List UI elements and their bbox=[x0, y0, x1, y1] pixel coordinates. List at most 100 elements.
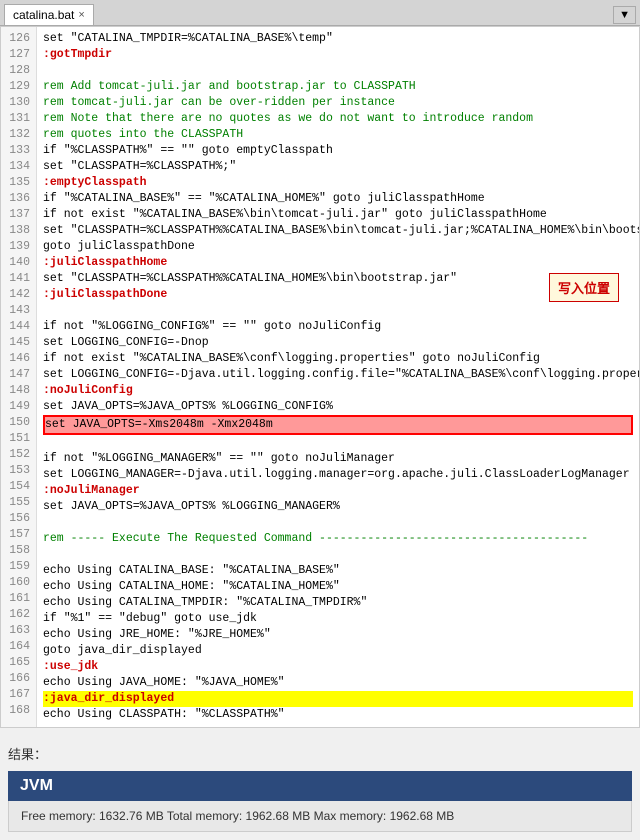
line-number: 138 bbox=[5, 223, 30, 239]
code-line: :noJuliManager bbox=[43, 483, 633, 499]
code-line: if not exist "%CATALINA_BASE%\conf\loggi… bbox=[43, 351, 633, 367]
line-number: 152 bbox=[5, 447, 30, 463]
code-line: echo Using CLASSPATH: "%CLASSPATH%" bbox=[43, 707, 633, 723]
code-line: if not "%LOGGING_MANAGER%" == "" goto no… bbox=[43, 451, 633, 467]
code-line: rem tomcat-juli.jar can be over-ridden p… bbox=[43, 95, 633, 111]
code-line: set LOGGING_CONFIG=-Dnop bbox=[43, 335, 633, 351]
jvm-title: JVM bbox=[8, 771, 632, 801]
line-number: 139 bbox=[5, 239, 30, 255]
code-line bbox=[43, 515, 633, 531]
line-number: 133 bbox=[5, 143, 30, 159]
line-number: 148 bbox=[5, 383, 30, 399]
code-line: goto java_dir_displayed bbox=[43, 643, 633, 659]
line-number: 142 bbox=[5, 287, 30, 303]
code-line: echo Using JAVA_HOME: "%JAVA_HOME%" bbox=[43, 675, 633, 691]
code-line: echo Using CATALINA_HOME: "%CATALINA_HOM… bbox=[43, 579, 633, 595]
code-line: echo Using JRE_HOME: "%JRE_HOME%" bbox=[43, 627, 633, 643]
line-number: 151 bbox=[5, 431, 30, 447]
line-number: 127 bbox=[5, 47, 30, 63]
line-number: 159 bbox=[5, 559, 30, 575]
line-number: 167 bbox=[5, 687, 30, 703]
line-number: 141 bbox=[5, 271, 30, 287]
line-number: 158 bbox=[5, 543, 30, 559]
line-number: 163 bbox=[5, 623, 30, 639]
line-number: 131 bbox=[5, 111, 30, 127]
code-line bbox=[43, 63, 633, 79]
line-number: 156 bbox=[5, 511, 30, 527]
line-number: 154 bbox=[5, 479, 30, 495]
code-line: :java_dir_displayed bbox=[43, 691, 633, 707]
line-number: 140 bbox=[5, 255, 30, 271]
line-number: 153 bbox=[5, 463, 30, 479]
code-line: :juliClasspathHome bbox=[43, 255, 633, 271]
line-number: 162 bbox=[5, 607, 30, 623]
line-number: 149 bbox=[5, 399, 30, 415]
line-number: 145 bbox=[5, 335, 30, 351]
code-line: set JAVA_OPTS=%JAVA_OPTS% %LOGGING_CONFI… bbox=[43, 399, 633, 415]
line-number: 157 bbox=[5, 527, 30, 543]
code-line: if "%1" == "debug" goto use_jdk bbox=[43, 611, 633, 627]
code-line: rem Add tomcat-juli.jar and bootstrap.ja… bbox=[43, 79, 633, 95]
line-number: 164 bbox=[5, 639, 30, 655]
line-number: 166 bbox=[5, 671, 30, 687]
line-number: 143 bbox=[5, 303, 30, 319]
code-line: set LOGGING_CONFIG=-Djava.util.logging.c… bbox=[43, 367, 633, 383]
line-number: 136 bbox=[5, 191, 30, 207]
line-number: 155 bbox=[5, 495, 30, 511]
line-number: 134 bbox=[5, 159, 30, 175]
code-line: if "%CLASSPATH%" == "" goto emptyClasspa… bbox=[43, 143, 633, 159]
tab-bar: catalina.bat × ▼ bbox=[0, 0, 640, 26]
code-line: :noJuliConfig bbox=[43, 383, 633, 399]
line-number: 130 bbox=[5, 95, 30, 111]
line-number: 144 bbox=[5, 319, 30, 335]
line-number: 132 bbox=[5, 127, 30, 143]
code-line: set "CLASSPATH=%CLASSPATH%;" bbox=[43, 159, 633, 175]
code-line: set LOGGING_MANAGER=-Djava.util.logging.… bbox=[43, 467, 633, 483]
catalina-tab[interactable]: catalina.bat × bbox=[4, 4, 94, 25]
tab-close-icon[interactable]: × bbox=[78, 9, 84, 21]
code-content[interactable]: set "CATALINA_TMPDIR=%CATALINA_BASE%\tem… bbox=[37, 27, 639, 727]
code-line bbox=[43, 435, 633, 451]
line-number: 147 bbox=[5, 367, 30, 383]
code-line: set JAVA_OPTS=%JAVA_OPTS% %LOGGING_MANAG… bbox=[43, 499, 633, 515]
line-number: 168 bbox=[5, 703, 30, 719]
annotation-box: 写入位置 bbox=[549, 273, 619, 302]
code-line: :juliClasspathDone bbox=[43, 287, 633, 303]
code-line: set JAVA_OPTS=-Xms2048m -Xmx2048m bbox=[43, 415, 633, 435]
code-line: if not "%LOGGING_CONFIG%" == "" goto noJ… bbox=[43, 319, 633, 335]
tab-dropdown-button[interactable]: ▼ bbox=[613, 6, 636, 24]
result-label: 结果： bbox=[8, 744, 632, 763]
line-number: 128 bbox=[5, 63, 30, 79]
code-line: set "CLASSPATH=%CLASSPATH%%CATALINA_BASE… bbox=[43, 223, 633, 239]
line-number: 161 bbox=[5, 591, 30, 607]
line-number: 165 bbox=[5, 655, 30, 671]
code-line bbox=[43, 303, 633, 319]
code-line: echo Using CATALINA_TMPDIR: "%CATALINA_T… bbox=[43, 595, 633, 611]
code-line: rem quotes into the CLASSPATH bbox=[43, 127, 633, 143]
tab-label: catalina.bat bbox=[13, 8, 74, 22]
line-number: 160 bbox=[5, 575, 30, 591]
code-line: :use_jdk bbox=[43, 659, 633, 675]
code-line: rem Note that there are no quotes as we … bbox=[43, 111, 633, 127]
code-line: if "%CATALINA_BASE%" == "%CATALINA_HOME%… bbox=[43, 191, 633, 207]
line-numbers: 1261271281291301311321331341351361371381… bbox=[1, 27, 37, 727]
code-editor: 写入位置 12612712812913013113213313413513613… bbox=[0, 26, 640, 728]
code-line: set "CLASSPATH=%CLASSPATH%%CATALINA_HOME… bbox=[43, 271, 633, 287]
line-number: 150 bbox=[5, 415, 30, 431]
code-line: echo Using CATALINA_BASE: "%CATALINA_BAS… bbox=[43, 563, 633, 579]
jvm-details: Free memory: 1632.76 MB Total memory: 19… bbox=[8, 801, 632, 832]
line-number: 146 bbox=[5, 351, 30, 367]
code-line: if not exist "%CATALINA_BASE%\bin\tomcat… bbox=[43, 207, 633, 223]
line-number: 126 bbox=[5, 31, 30, 47]
line-number: 135 bbox=[5, 175, 30, 191]
line-number: 129 bbox=[5, 79, 30, 95]
result-section: 结果： JVM Free memory: 1632.76 MB Total me… bbox=[8, 744, 632, 832]
code-line: goto juliClasspathDone bbox=[43, 239, 633, 255]
code-line: :gotTmpdir bbox=[43, 47, 633, 63]
code-line bbox=[43, 547, 633, 563]
line-number: 137 bbox=[5, 207, 30, 223]
code-line: :emptyClasspath bbox=[43, 175, 633, 191]
code-area: 1261271281291301311321331341351361371381… bbox=[1, 27, 639, 727]
code-line: set "CATALINA_TMPDIR=%CATALINA_BASE%\tem… bbox=[43, 31, 633, 47]
code-line: rem ----- Execute The Requested Command … bbox=[43, 531, 633, 547]
